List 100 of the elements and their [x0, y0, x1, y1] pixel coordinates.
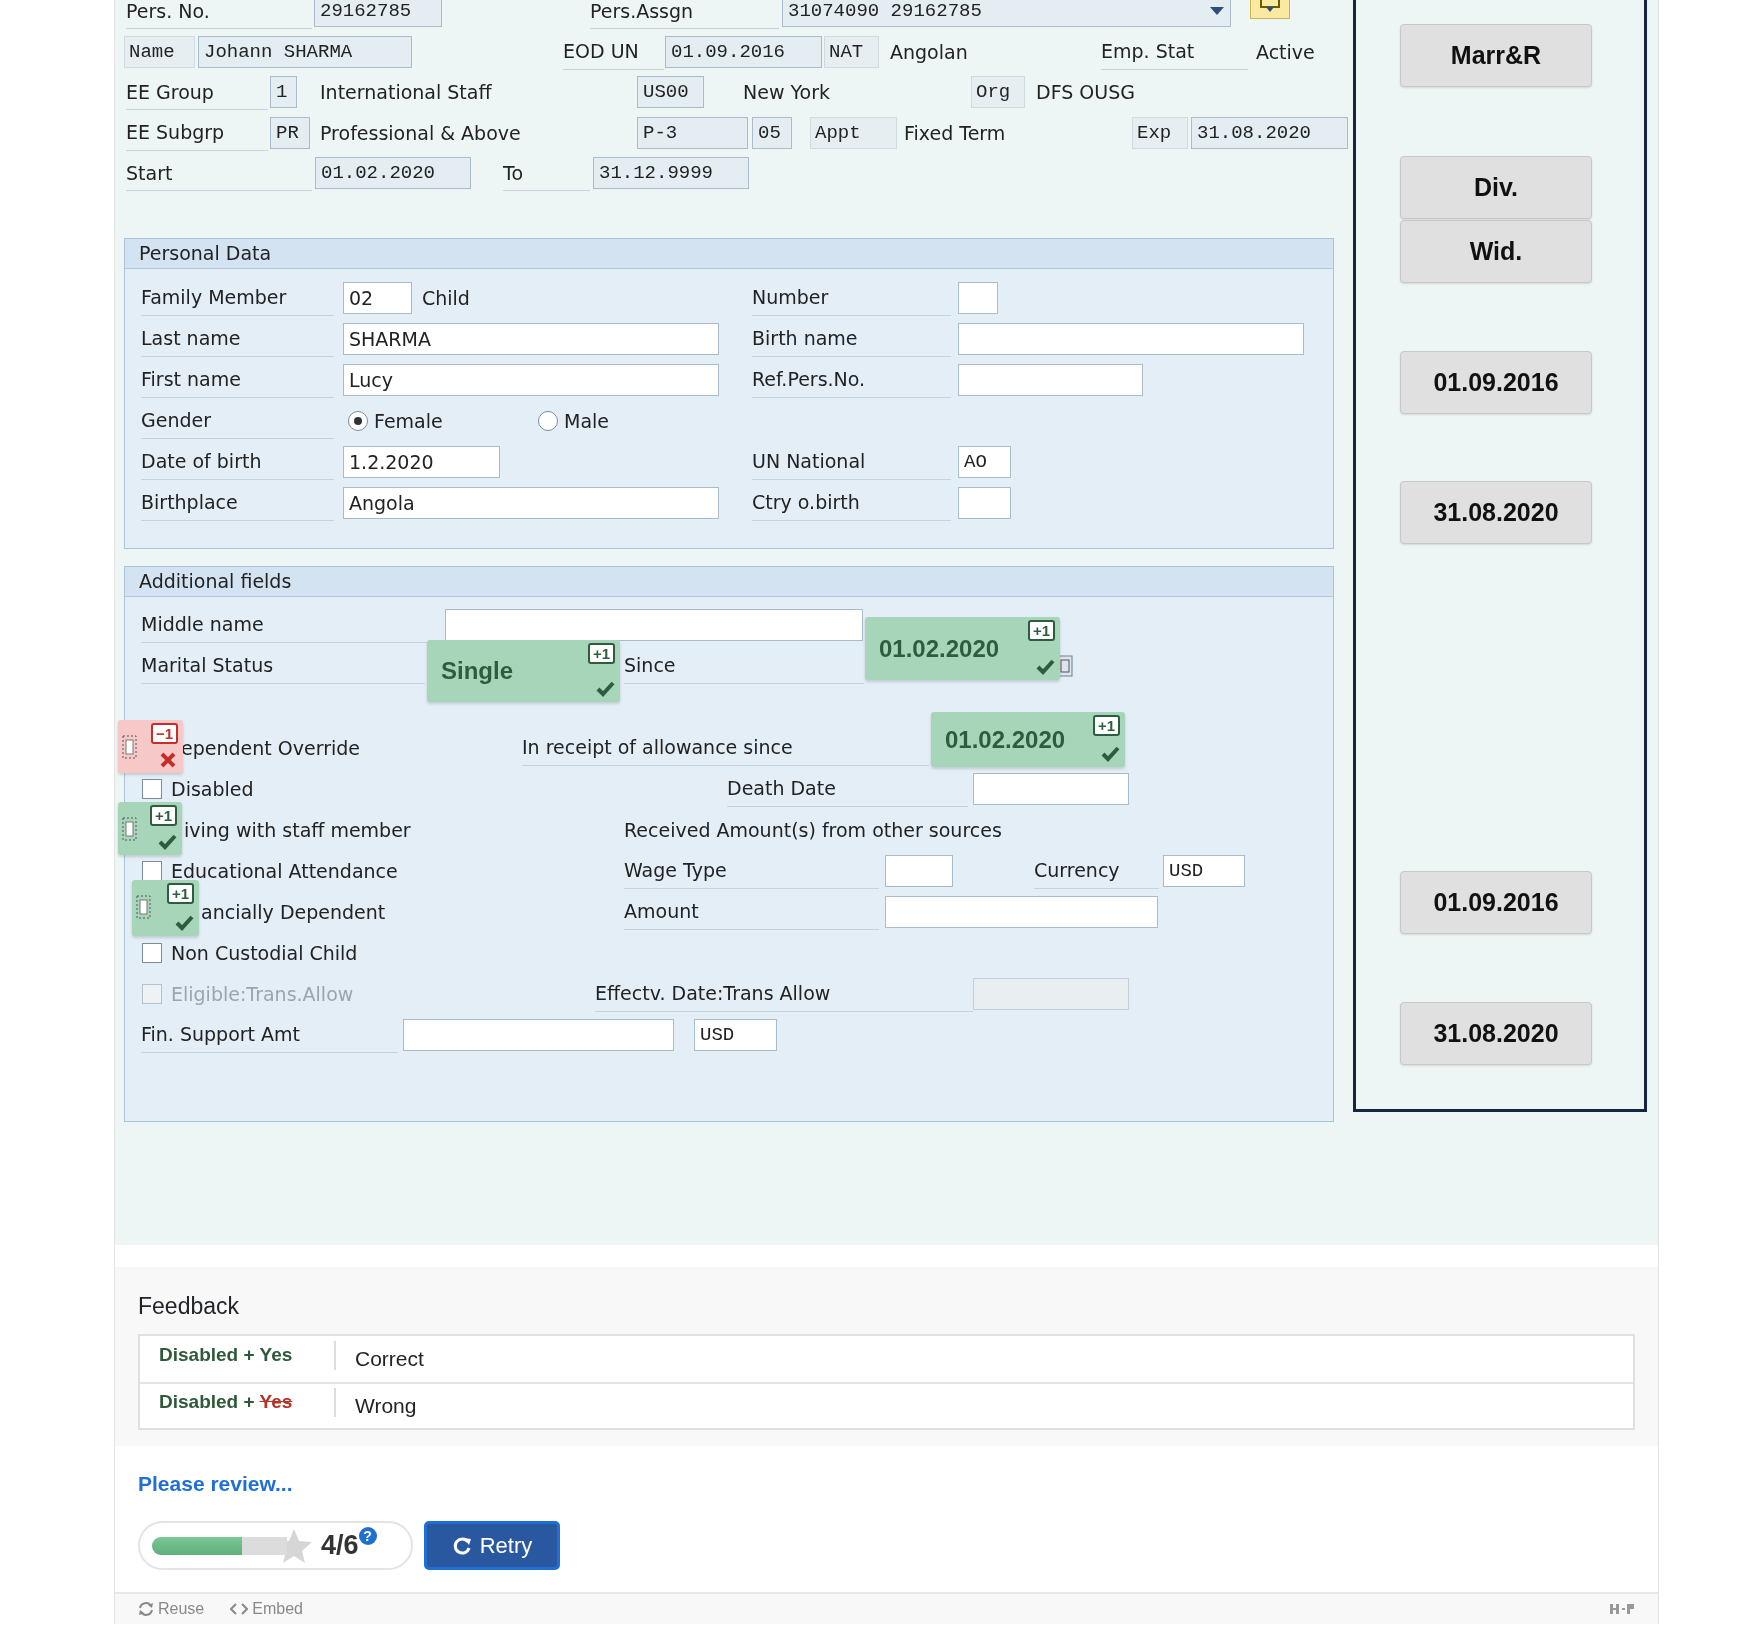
field-label: Ctry o.birth	[752, 485, 951, 521]
field-label: Pers.Assgn	[590, 0, 779, 30]
input-field[interactable]	[958, 364, 1143, 396]
field-label: Birthplace	[141, 485, 334, 521]
input-field[interactable]: 01.09.2016	[665, 35, 822, 68]
input-field[interactable]: AO	[958, 446, 1011, 478]
input-field[interactable]	[958, 323, 1304, 355]
field-label: Family Member	[141, 280, 334, 316]
checkbox-label: Eligible:Trans.Allow	[171, 981, 354, 1007]
checkbox-item-icon	[122, 816, 138, 842]
input-field[interactable]: USD	[694, 1019, 777, 1051]
field-label: In receipt of allowance since	[522, 730, 929, 766]
input-field[interactable]	[445, 609, 863, 641]
drag-item[interactable]: +1	[132, 880, 199, 936]
field-text: ependent Override	[181, 735, 361, 761]
side-button[interactable]: Wid.	[1400, 220, 1592, 283]
input-field[interactable]: 1.2.2020	[343, 446, 500, 478]
field-text: Angolan	[890, 39, 969, 65]
score-badge: +1	[587, 643, 615, 664]
refresh-icon	[138, 1601, 154, 1617]
checkbox[interactable]	[142, 861, 162, 881]
field-label: Birth name	[752, 321, 951, 357]
logo-icon	[1609, 1602, 1635, 1616]
side-button[interactable]: Marr&R	[1400, 24, 1592, 87]
field-label: Start	[126, 155, 312, 192]
input-field[interactable]: 31.08.2020	[1191, 116, 1348, 149]
field-label: EE Subgrp	[126, 114, 268, 151]
field-text: Received Amount(s) from other sources	[624, 817, 1003, 843]
input-field[interactable]: 01.02.2020	[315, 157, 471, 190]
input-field[interactable]: P-3	[637, 116, 748, 149]
field-text: International Staff	[320, 80, 493, 105]
score-text: 4/6	[321, 1529, 359, 1563]
input-field[interactable]: 05	[752, 116, 792, 149]
score-badge: +1	[1092, 715, 1120, 736]
field-label: Fin. Support Amt	[141, 1017, 398, 1053]
input-field[interactable]	[885, 896, 1158, 928]
radio-label: Female	[374, 408, 443, 434]
radio-button[interactable]	[348, 411, 368, 431]
input-field[interactable]: SHARMA	[343, 323, 719, 355]
field-label: Currency	[1034, 853, 1159, 889]
input-field[interactable]: 1	[270, 76, 297, 109]
checkbox-item-icon	[122, 734, 138, 760]
side-button[interactable]: 31.08.2020	[1400, 481, 1592, 544]
drop-item[interactable]: Single +1	[427, 640, 620, 702]
field-label: Last name	[141, 321, 334, 357]
field-label: Since	[624, 648, 864, 684]
field-label: Date of birth	[141, 444, 334, 480]
dropdown-field[interactable]: 31074090 29162785	[782, 0, 1231, 28]
drop-item[interactable]: 01.02.2020 +1	[931, 712, 1125, 767]
drop-item-text: 01.02.2020	[945, 724, 1066, 755]
field-text: DFS OUSG	[1036, 80, 1136, 105]
radio-label: Male	[564, 408, 609, 434]
radio-button[interactable]	[538, 411, 558, 431]
field-label: Org	[971, 76, 1025, 109]
feedback-answer: Disabled + Yes	[140, 1341, 336, 1370]
input-field[interactable]: US00	[637, 76, 704, 109]
code-icon	[230, 1602, 249, 1616]
input-field[interactable]: Lucy	[343, 364, 719, 396]
feedback-result: Correct	[354, 1345, 424, 1372]
field-label: Name	[124, 35, 195, 68]
side-button[interactable]: 31.08.2020	[1400, 1002, 1592, 1065]
input-field[interactable]	[973, 773, 1129, 805]
input-field[interactable]	[885, 855, 953, 887]
field-label: Appt	[810, 116, 897, 149]
field-label: EE Group	[126, 74, 268, 111]
side-button[interactable]: 01.09.2016	[1400, 871, 1592, 934]
input-field[interactable]: 02	[343, 282, 412, 314]
side-button[interactable]: 01.09.2016	[1400, 351, 1592, 414]
checkbox[interactable]	[142, 779, 162, 799]
checkbox-label: Disabled	[171, 776, 254, 802]
field-label: Death Date	[727, 771, 968, 807]
help-button[interactable]: ?	[358, 1527, 377, 1545]
side-button[interactable]: Div.	[1400, 156, 1592, 219]
drag-item[interactable]: −1	[118, 720, 183, 773]
field-text: ancially Dependent	[201, 899, 387, 925]
group-title: Additional fields	[125, 566, 1333, 597]
check-icon	[158, 833, 177, 851]
input-field[interactable]: 31.12.9999	[593, 157, 749, 190]
checkbox[interactable]	[142, 943, 162, 963]
field-label: Amount	[624, 894, 879, 930]
score-badge: +1	[1027, 620, 1055, 641]
input-field[interactable]	[958, 487, 1011, 519]
drag-item[interactable]: +1	[118, 802, 182, 855]
check-icon	[1036, 658, 1055, 676]
field-text: iving with staff member	[184, 817, 412, 843]
field-label: UN National	[752, 444, 951, 480]
drop-item-text: Single	[441, 656, 513, 686]
review-link[interactable]: Please review...	[138, 1467, 293, 1499]
retry-button[interactable]: Retry	[424, 1521, 560, 1570]
checkbox-label: Non Custodial Child	[171, 940, 358, 966]
field-label: Exp	[1132, 116, 1188, 149]
input-field[interactable]	[958, 282, 998, 314]
input-field[interactable]	[403, 1019, 674, 1051]
drop-item[interactable]: 01.02.2020 +1	[865, 617, 1060, 680]
input-field[interactable]: 29162785	[314, 0, 442, 28]
input-field[interactable]: Johann SHARMA	[198, 35, 412, 68]
input-field[interactable]: PR	[270, 116, 310, 149]
input-field[interactable]: Angola	[343, 487, 719, 519]
refresh-icon	[451, 1535, 472, 1556]
input-field[interactable]: USD	[1163, 855, 1245, 887]
